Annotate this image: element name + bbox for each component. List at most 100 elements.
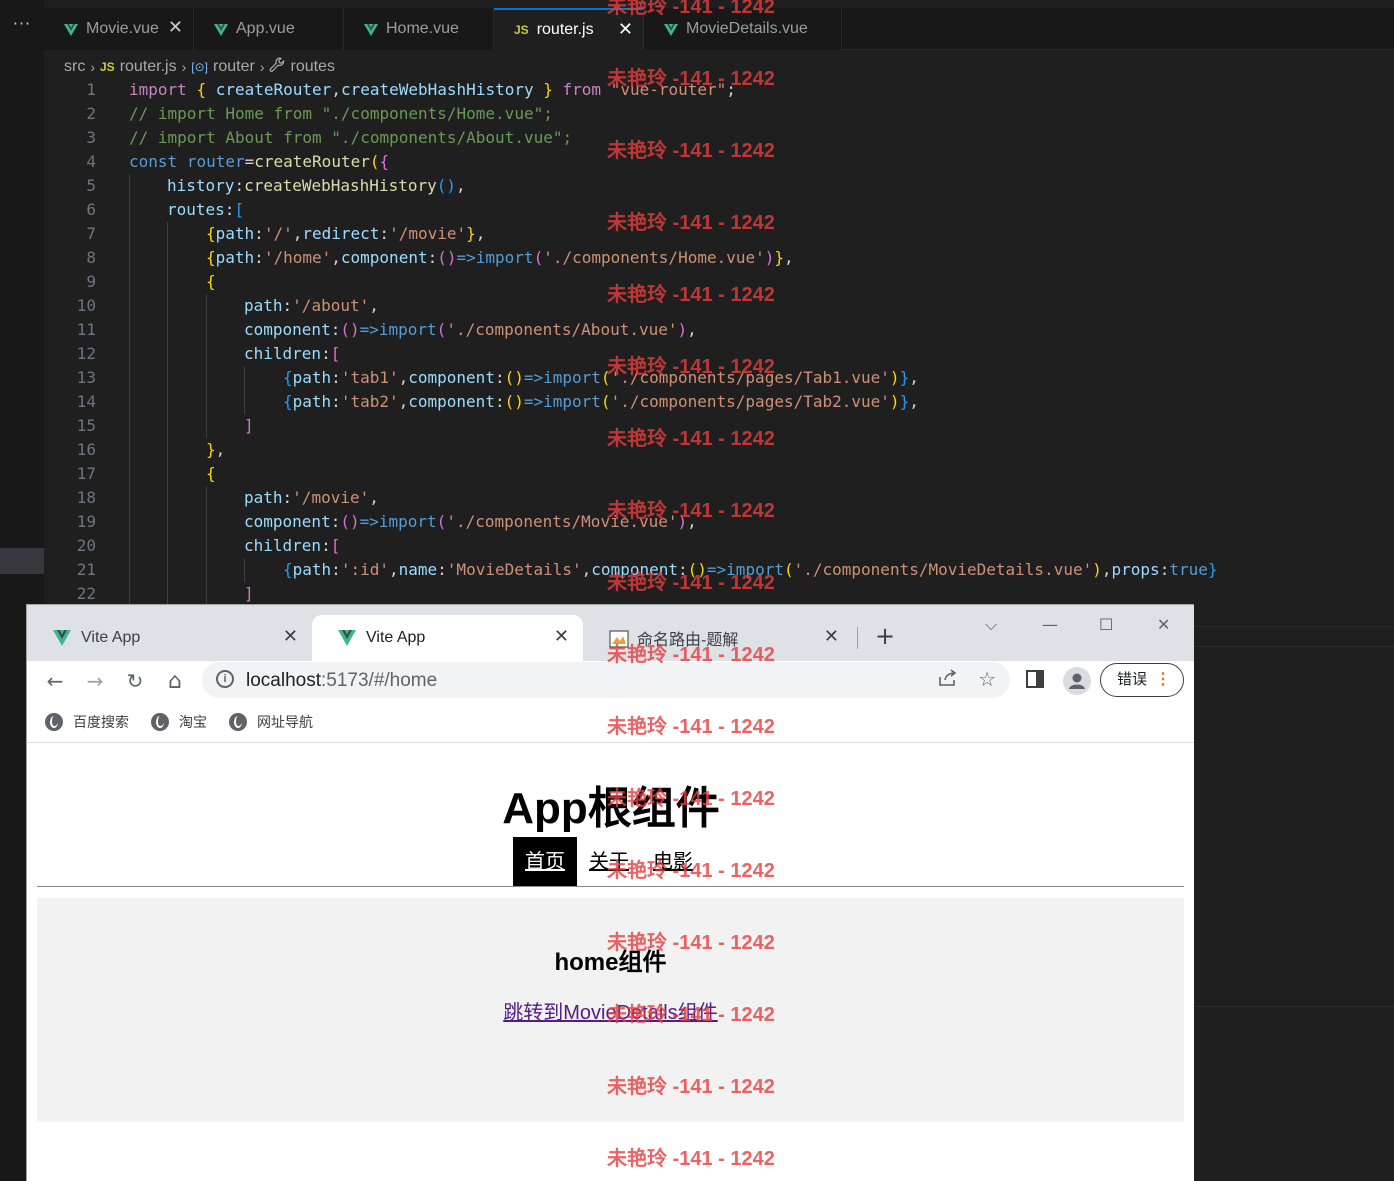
line-number: 16 <box>76 440 96 459</box>
code-text: component:()=>import('./components/Movie… <box>244 512 697 531</box>
vue-icon <box>338 630 356 646</box>
maximize-button[interactable]: ☐ <box>1099 615 1113 634</box>
chrome-window: Vite App ✕ Vite App ✕ 命名路由-题解 ✕ + ⌵ — ☐ … <box>26 604 1194 1181</box>
app-nav: 首页 关于 电影 <box>513 837 705 887</box>
side-panel-icon[interactable] <box>1025 669 1047 691</box>
line-number: 15 <box>76 416 96 435</box>
code-text: history:createWebHashHistory(), <box>167 176 466 195</box>
code-text: ] <box>244 416 254 435</box>
tab-label: router.js <box>536 21 594 38</box>
breadcrumb-folder[interactable]: src <box>64 58 85 76</box>
editor-tab-movie-vue[interactable]: Movie.vue ✕ <box>44 8 194 50</box>
bookmark-label: 百度搜索 <box>73 713 129 730</box>
code-text: {path:'/',redirect:'/movie'}, <box>206 224 486 243</box>
code-editor[interactable]: 1 import { createRouter,createWebHashHist… <box>44 78 1394 604</box>
activity-indicator <box>0 548 44 574</box>
breadcrumb-file[interactable]: router.js <box>120 58 177 76</box>
editor-tab-moviedetails-vue[interactable]: MovieDetails.vue <box>644 8 842 50</box>
reload-button[interactable]: ↻ <box>119 665 151 697</box>
movie-details-link[interactable]: 跳转到MovieDetails组件 <box>37 996 1184 1025</box>
bookmark-taobao[interactable]: 淘宝 <box>151 712 207 732</box>
chrome-tab-title: 命名路由-题解 <box>637 632 739 649</box>
back-button[interactable]: ← <box>39 665 71 697</box>
js-icon: JS <box>100 60 115 74</box>
url-host: localhost <box>246 670 321 691</box>
chrome-tab-vite-app-2[interactable]: Vite App ✕ <box>312 615 583 661</box>
url-path: :5173/#/home <box>321 670 438 691</box>
line-number: 17 <box>76 464 96 483</box>
info-icon[interactable]: i <box>216 670 234 688</box>
line-number: 22 <box>76 584 96 603</box>
line-number: 1 <box>86 80 96 99</box>
bookmark-label: 淘宝 <box>179 713 207 730</box>
line-number: 20 <box>76 536 96 555</box>
code-text: {path:'tab1',component:()=>import('./com… <box>283 368 919 387</box>
vue-icon <box>64 23 78 36</box>
globe-icon <box>151 712 169 731</box>
vue-icon <box>664 23 678 36</box>
code-text: routes:[ <box>167 200 245 219</box>
line-number: 11 <box>76 320 96 339</box>
code-line: 7 {path:'/',redirect:'/movie'}, <box>44 222 1394 246</box>
globe-icon <box>229 712 247 731</box>
line-number: 12 <box>76 344 96 363</box>
code-text: { <box>206 272 216 291</box>
more-icon[interactable]: ··· <box>0 14 44 33</box>
variable-icon: [⊙] <box>191 60 209 74</box>
tab-search-icon[interactable]: ⌵ <box>985 615 997 635</box>
chrome-tab-vite-app-1[interactable]: Vite App ✕ <box>27 615 312 661</box>
line-number: 13 <box>76 368 96 387</box>
code-line: 9{ <box>44 270 1394 294</box>
chrome-toolbar: ← → ↻ ⌂ i localhost:5173/#/home ☆ 错误 ⋮ <box>27 661 1194 701</box>
code-text: children:[ <box>244 536 341 555</box>
close-icon[interactable]: ✕ <box>618 19 633 40</box>
code-line: 15] <box>44 414 1394 438</box>
code-text: {path:':id',name:'MovieDetails',componen… <box>283 560 1218 579</box>
close-icon[interactable]: ✕ <box>168 17 183 38</box>
editor-tab-app-vue[interactable]: App.vue <box>194 8 344 50</box>
close-icon[interactable]: ✕ <box>824 626 839 647</box>
error-button[interactable]: 错误 ⋮ <box>1100 663 1184 697</box>
url-text[interactable]: localhost:5173/#/home <box>246 670 437 692</box>
line-number: 3 <box>86 128 96 147</box>
address-bar[interactable]: i localhost:5173/#/home ☆ <box>202 662 1010 698</box>
code-text: path:'/about', <box>244 296 379 315</box>
close-window-button[interactable]: ✕ <box>1157 615 1170 634</box>
forward-button[interactable]: → <box>79 665 111 697</box>
editor-tab-home-vue[interactable]: Home.vue <box>344 8 494 50</box>
nav-link-about[interactable]: 关于 <box>577 837 641 887</box>
nav-link-movie[interactable]: 电影 <box>641 837 705 887</box>
tab-separator <box>857 627 858 649</box>
code-line: 17 { <box>44 462 1394 486</box>
close-icon[interactable]: ✕ <box>554 626 569 647</box>
star-icon[interactable]: ☆ <box>978 667 996 691</box>
line-number: 21 <box>76 560 96 579</box>
breadcrumb-property[interactable]: routes <box>290 58 334 76</box>
profile-avatar[interactable] <box>1063 667 1091 695</box>
tab-label: MovieDetails.vue <box>686 20 808 37</box>
error-label: 错误 <box>1117 671 1148 688</box>
vue-icon <box>214 23 228 36</box>
code-line: 16}, <box>44 438 1394 462</box>
bookmarks-bar: 百度搜索 淘宝 网址导航 <box>27 701 1194 743</box>
line-number: 5 <box>86 176 96 195</box>
web-page: App根组件 首页 关于 电影 home组件 跳转到MovieDetails组件 <box>27 744 1194 1181</box>
home-button[interactable]: ⌂ <box>159 665 191 697</box>
nav-link-home[interactable]: 首页 <box>513 837 577 887</box>
share-icon[interactable] <box>938 669 958 692</box>
panel-divider <box>1193 646 1394 647</box>
tab-label: App.vue <box>236 20 295 37</box>
code-text: import { createRouter,createWebHashHisto… <box>129 80 736 99</box>
breadcrumb-symbol[interactable]: router <box>213 58 255 76</box>
editor-tab-router-js[interactable]: JS router.js ✕ <box>494 8 644 50</box>
line-number: 7 <box>86 224 96 243</box>
breadcrumb: src › JS router.js › [⊙] router › routes <box>64 56 335 78</box>
close-icon[interactable]: ✕ <box>283 626 298 647</box>
bookmark-wangzhi[interactable]: 网址导航 <box>229 712 313 732</box>
minimize-button[interactable]: — <box>1042 615 1058 634</box>
line-number: 6 <box>86 200 96 219</box>
chrome-tab-mingming-luyou[interactable]: 命名路由-题解 ✕ <box>583 615 853 661</box>
line-number: 9 <box>86 272 96 291</box>
bookmark-baidu[interactable]: 百度搜索 <box>45 712 129 732</box>
new-tab-button[interactable]: + <box>875 622 895 650</box>
